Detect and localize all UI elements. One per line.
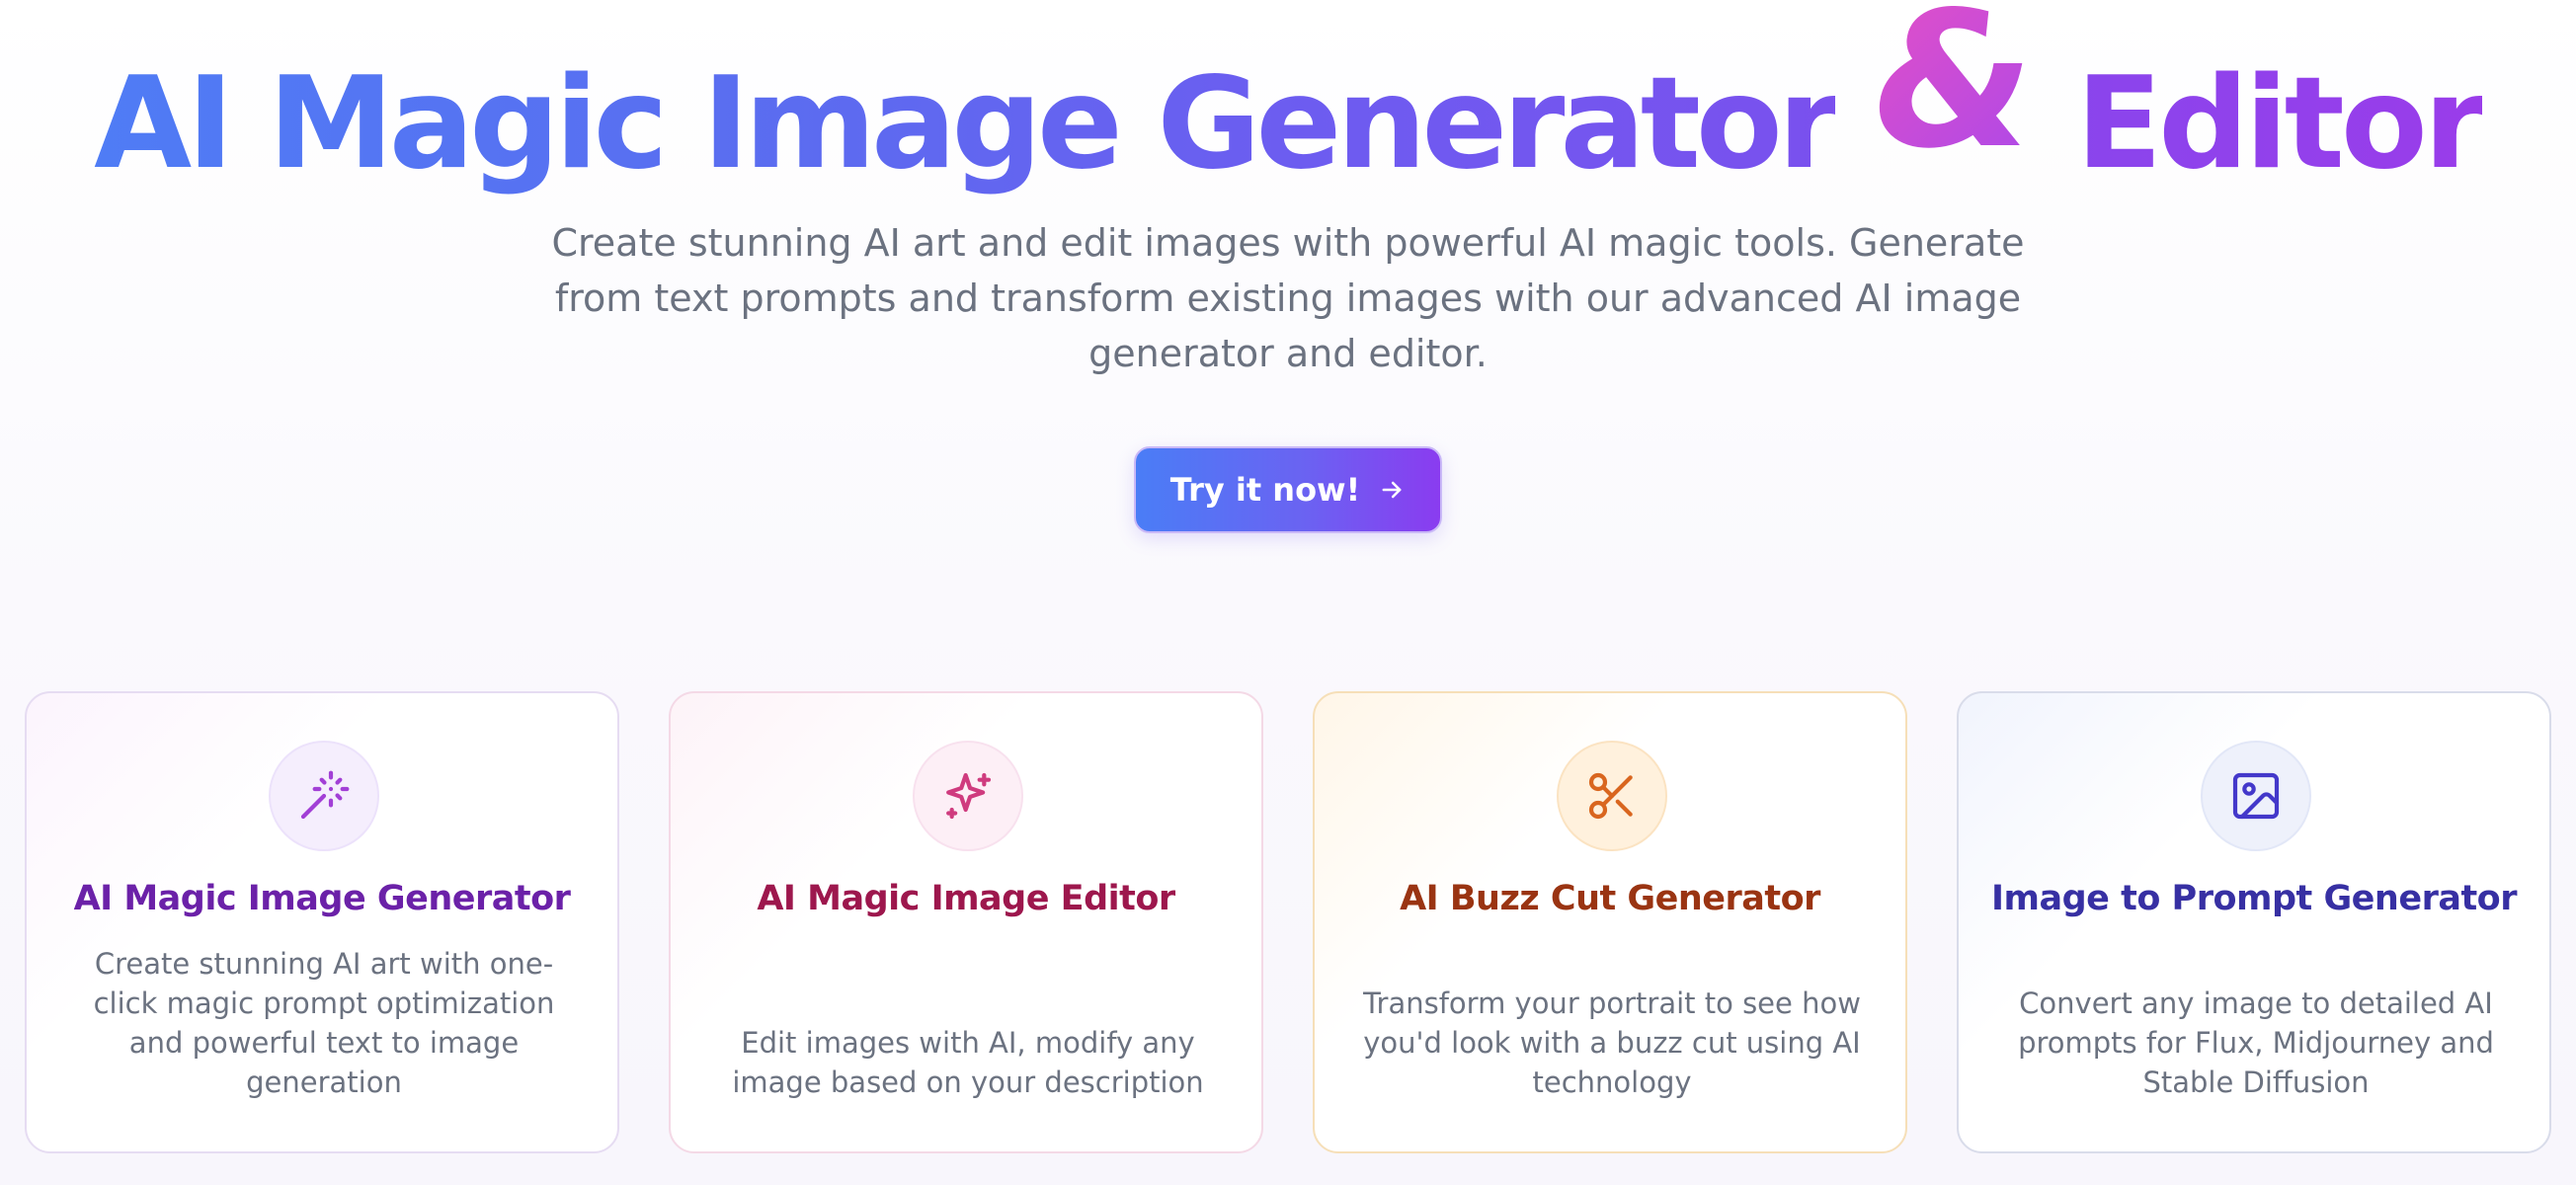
card-icon-badge [913,741,1023,851]
card-title: AI Buzz Cut Generator [1400,879,1820,918]
card-icon-badge [1557,741,1667,851]
sparkle-icon [946,772,992,820]
card-description: Convert any image to detailed AI prompts… [2018,987,2494,1099]
card-description: Create stunning AI art with one-click ma… [93,947,555,1099]
try-it-now-label: Try it now! [1169,471,1361,509]
try-it-now-button[interactable]: Try it now! [1134,446,1442,533]
card-ai-buzz-cut-generator[interactable]: AI Buzz Cut Generator Transform your por… [1313,691,1907,1153]
magic-wand-icon [300,770,350,820]
scissors-icon [1588,772,1633,820]
hero-title: AI Magic Image Generator & Editor [0,0,2576,198]
feature-cards: AI Magic Image Generator Create stunning… [25,691,2551,1153]
card-icon-badge [2201,741,2311,851]
card-ai-magic-image-editor[interactable]: AI Magic Image Editor Edit images with A… [669,691,1263,1153]
arrow-right-icon [1382,481,1402,499]
card-image-to-prompt-generator[interactable]: Image to Prompt Generator Convert any im… [1957,691,2551,1153]
hero-title-ampersand: & [1859,0,2047,190]
card-description: Edit images with AI, modify any image ba… [732,1026,1204,1099]
card-title: AI Magic Image Editor [757,879,1175,918]
card-title: Image to Prompt Generator [1991,879,2517,918]
hero-title-main: AI Magic Image Generator [94,50,1840,198]
landing-page: AI Magic Image Generator & Editor Create… [0,0,2576,1185]
hero-subtitle: Create stunning AI art and edit images w… [551,221,2025,375]
card-ai-magic-image-generator[interactable]: AI Magic Image Generator Create stunning… [25,691,619,1153]
card-icon-badge [269,741,379,851]
card-description: Transform your portrait to see how you'd… [1363,987,1861,1099]
image-icon [2232,772,2280,820]
hero-title-end: Editor [2075,50,2486,198]
card-title: AI Magic Image Generator [73,879,571,918]
